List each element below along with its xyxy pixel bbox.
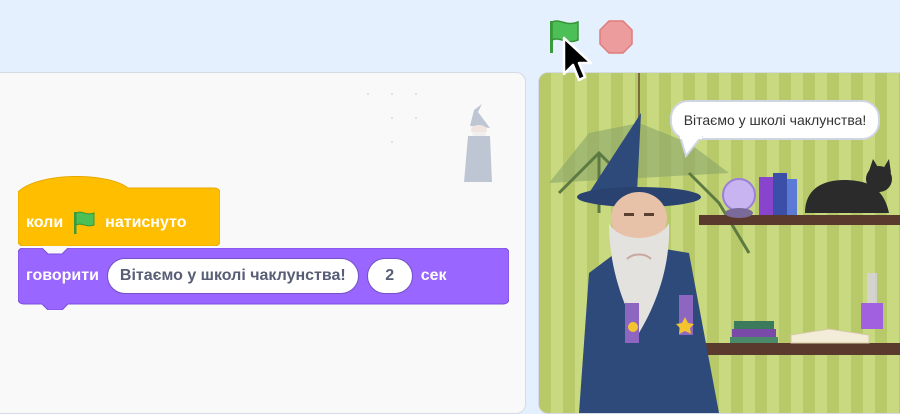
wizard-sprite-thumbnail bbox=[464, 104, 492, 182]
green-flag-icon bbox=[550, 20, 579, 53]
say-message-input[interactable]: Вітаємо у школі чаклунства! bbox=[106, 258, 359, 294]
say-unit-label: сек bbox=[420, 267, 447, 284]
hat-label-when: коли bbox=[26, 214, 64, 231]
say-seconds-input[interactable]: 2 bbox=[366, 258, 413, 294]
hat-block-shape bbox=[18, 176, 220, 246]
stop-icon bbox=[599, 20, 633, 54]
stop-button[interactable] bbox=[598, 19, 634, 55]
speech-bubble: Вітаємо у школі чаклунства! bbox=[670, 100, 880, 140]
speech-bubble-tail bbox=[678, 136, 704, 158]
green-flag-button[interactable] bbox=[544, 18, 582, 54]
hat-label-clicked: натиснуто bbox=[105, 214, 187, 231]
say-for-secs-block[interactable]: говорити Вітаємо у школі чаклунства! 2 с… bbox=[18, 248, 509, 310]
top-toolbar bbox=[0, 0, 900, 72]
when-flag-clicked-block[interactable]: коли натиснуто bbox=[18, 176, 220, 246]
green-flag-icon bbox=[74, 211, 95, 234]
say-label: говорити bbox=[26, 267, 99, 284]
